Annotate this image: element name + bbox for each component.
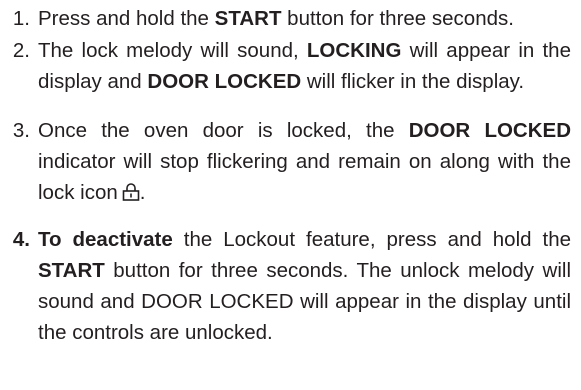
step-4: 4. To deactivate the Lockout feature, pr…: [0, 224, 571, 348]
step-number: 2.: [12, 39, 30, 62]
lock-icon: [122, 183, 140, 201]
door-locked-label: DOOR LOCKED: [408, 119, 572, 142]
step-2: 2. The lock melody will sound, LOCKING w…: [0, 35, 571, 97]
start-button-label: START: [38, 259, 105, 282]
locking-label: LOCKING: [306, 39, 402, 62]
step-number: 1.: [12, 7, 30, 30]
step-text: To deactivate the Lockout feature, press…: [38, 228, 571, 344]
lockout-instructions: 1. Press and hold the START button for t…: [0, 0, 581, 390]
start-button-label: START: [214, 7, 282, 30]
step-1: 1. Press and hold the START button for t…: [0, 3, 571, 34]
step-3: 3. Once the oven door is locked, the DOO…: [0, 115, 571, 208]
step-number: 3.: [12, 119, 30, 142]
step-text: The lock melody will sound, LOCKING will…: [38, 39, 571, 93]
deactivate-label: To deactivate: [38, 228, 173, 251]
step-number: 4.: [12, 228, 30, 251]
step-text: Once the oven door is locked, the DOOR L…: [38, 119, 572, 204]
step-text: Press and hold the START button for thre…: [38, 7, 514, 30]
door-locked-label: DOOR LOCKED: [147, 70, 302, 93]
